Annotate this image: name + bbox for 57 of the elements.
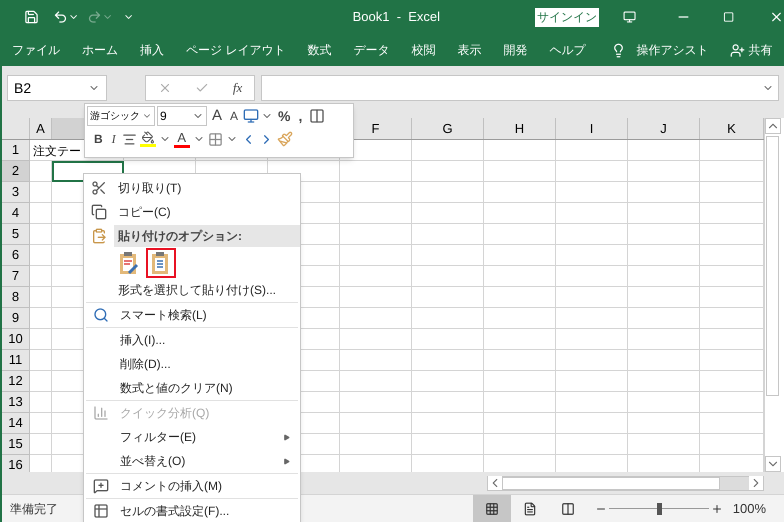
ribbon-tab[interactable]: 開発: [503, 41, 528, 59]
row-header[interactable]: 5: [2, 224, 30, 245]
column-header[interactable]: I: [556, 118, 628, 139]
menu-item[interactable]: 数式と値のクリア(N): [86, 376, 298, 400]
grow-font-button[interactable]: A: [209, 106, 226, 126]
column-header[interactable]: G: [412, 118, 484, 139]
row-header[interactable]: 2: [2, 161, 30, 182]
menu-item[interactable]: スマート検索(L): [86, 303, 298, 327]
row-header[interactable]: 7: [2, 266, 30, 287]
ribbon-tab[interactable]: ヘルプ: [549, 41, 586, 59]
menu-item[interactable]: 形式を選択して貼り付け(S)...: [84, 278, 300, 302]
row-header[interactable]: 4: [2, 203, 30, 224]
ribbon-tab[interactable]: データ: [353, 41, 390, 59]
menu-item[interactable]: 切り取り(T): [84, 176, 300, 200]
menu-item[interactable]: 挿入(I)...: [86, 328, 298, 352]
row-header[interactable]: 9: [2, 308, 30, 329]
row-header[interactable]: 6: [2, 245, 30, 266]
row-header[interactable]: 16: [2, 455, 30, 472]
ribbon-tab[interactable]: 表示: [457, 41, 482, 59]
font-name-field[interactable]: 游ゴシック: [87, 106, 155, 126]
column-header[interactable]: J: [628, 118, 700, 139]
row-header[interactable]: 3: [2, 182, 30, 203]
menu-item[interactable]: セルの書式設定(F)...: [86, 499, 298, 522]
ribbon-tab[interactable]: ホーム: [82, 41, 118, 59]
menu-header: 貼り付けのオプション:: [114, 225, 300, 247]
menu-item[interactable]: コピー(C): [84, 200, 300, 224]
zoom-level-text[interactable]: 100%: [732, 498, 766, 518]
row-header[interactable]: 11: [2, 350, 30, 371]
row-header[interactable]: 13: [2, 392, 30, 413]
shrink-font-button[interactable]: A: [227, 106, 242, 126]
menu-item[interactable]: フィルター(E): [86, 425, 298, 449]
row-header[interactable]: 12: [2, 371, 30, 392]
ribbon-tab[interactable]: ページ レイアウト: [186, 41, 286, 59]
name-box[interactable]: B2: [7, 75, 107, 101]
row-header[interactable]: 1: [2, 140, 30, 161]
ribbon-tab[interactable]: 挿入: [140, 41, 164, 59]
window-title: Book1 - Excel: [352, 8, 440, 26]
tell-me-link[interactable]: 操作アシスト: [636, 41, 708, 59]
column-header[interactable]: H: [484, 118, 556, 139]
sign-in-button[interactable]: サインイン: [535, 8, 599, 26]
row-header[interactable]: 15: [2, 434, 30, 455]
comma-button[interactable]: ,: [295, 106, 306, 126]
ribbon-tab[interactable]: ファイル: [12, 41, 60, 59]
menu-item[interactable]: コメントの挿入(M): [86, 474, 298, 498]
row-header[interactable]: 10: [2, 329, 30, 350]
ribbon-tab[interactable]: 数式: [307, 41, 332, 59]
insert-function-button[interactable]: fx: [232, 78, 242, 98]
row-header[interactable]: 8: [2, 287, 30, 308]
share-link[interactable]: 共有: [748, 41, 772, 59]
ribbon-tab[interactable]: 校閲: [411, 41, 436, 59]
status-text: 準備完了: [10, 500, 58, 518]
menu-item[interactable]: 並べ替え(O): [86, 449, 298, 473]
font-color-button[interactable]: A: [174, 130, 190, 148]
row-header[interactable]: 14: [2, 413, 30, 434]
menu-item[interactable]: 削除(D)...: [86, 352, 298, 376]
percent-button[interactable]: %: [275, 106, 294, 126]
font-size-field[interactable]: 9: [157, 106, 207, 126]
